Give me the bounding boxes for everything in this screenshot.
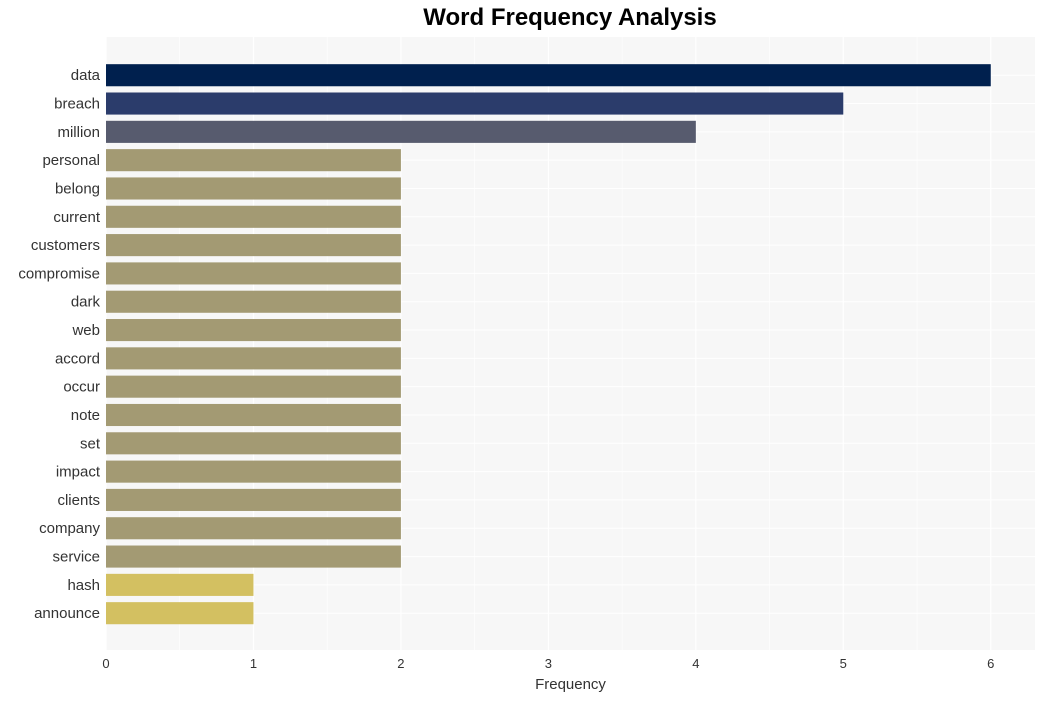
y-tick-label: set <box>80 435 101 452</box>
y-tick-labels: data breach million personal belong current cu… <box>18 67 101 622</box>
y-tick-label: web <box>71 322 100 339</box>
y-tick-label: dark <box>71 294 101 311</box>
x-tick-labels: 0 1 2 3 4 5 6 <box>102 656 994 671</box>
bar-breach <box>106 92 844 115</box>
x-tick-label: 5 <box>840 656 847 671</box>
x-tick-label: 6 <box>987 656 994 671</box>
bar-set <box>106 432 401 455</box>
y-tick-label: announce <box>34 605 100 622</box>
y-tick-label: million <box>57 124 100 141</box>
x-tick-label: 1 <box>250 656 257 671</box>
y-tick-label: customers <box>31 237 100 254</box>
bar-service <box>106 545 401 568</box>
bar-clients <box>106 488 401 511</box>
bar-personal <box>106 149 401 172</box>
bar-dark <box>106 290 401 313</box>
bar-customers <box>106 234 401 257</box>
bar-note <box>106 403 401 427</box>
y-tick-label: impact <box>56 464 101 481</box>
bar-company <box>106 517 401 540</box>
x-tick-label: 2 <box>397 656 404 671</box>
bar-current <box>106 205 401 228</box>
y-tick-label: current <box>53 209 101 226</box>
x-axis-label: Frequency <box>535 676 606 693</box>
y-tick-label: personal <box>42 152 100 169</box>
bar-million <box>106 120 696 143</box>
bar-compromise <box>106 262 401 285</box>
y-tick-label: service <box>52 549 100 566</box>
bar-announce <box>106 602 254 625</box>
bar-data <box>106 64 991 87</box>
y-tick-label: accord <box>55 350 100 367</box>
y-tick-label: note <box>71 407 100 424</box>
y-tick-label: belong <box>55 180 100 197</box>
y-tick-label: occur <box>63 379 100 396</box>
y-tick-label: compromise <box>18 265 100 282</box>
bar-belong <box>106 177 401 200</box>
y-tick-label: hash <box>67 577 100 594</box>
x-tick-label: 0 <box>102 656 109 671</box>
y-tick-label: data <box>71 67 101 84</box>
x-tick-label: 4 <box>692 656 699 671</box>
y-tick-label: company <box>39 520 100 537</box>
bar-accord <box>106 347 401 370</box>
bar-occur <box>106 375 401 398</box>
bar-impact <box>106 460 401 483</box>
bar-web <box>106 319 401 342</box>
x-tick-label: 3 <box>545 656 552 671</box>
bar-chart: data breach million personal belong current cu… <box>18 37 1035 693</box>
y-tick-label: breach <box>54 96 100 113</box>
y-tick-label: clients <box>57 492 100 509</box>
bar-hash <box>106 573 254 596</box>
